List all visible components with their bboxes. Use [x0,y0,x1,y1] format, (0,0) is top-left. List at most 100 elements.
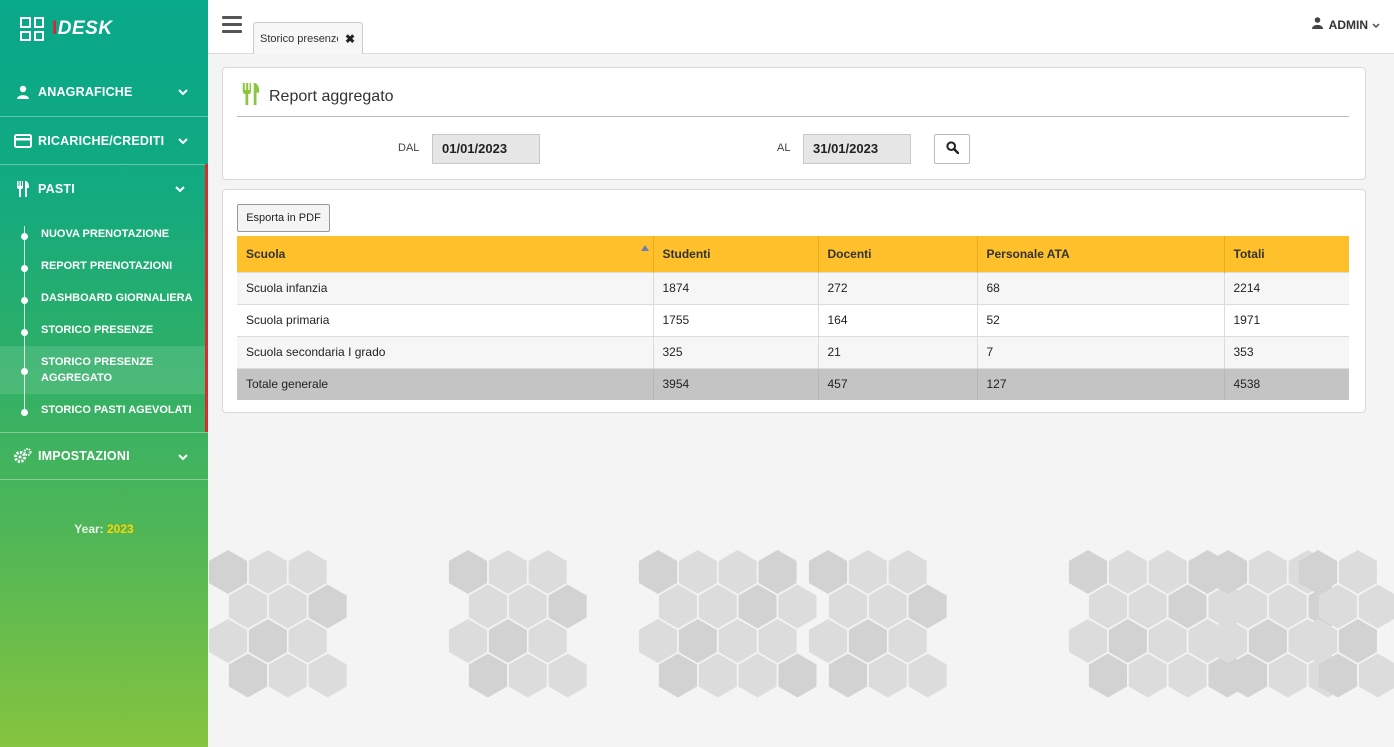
report-table: Scuola Studenti Docenti Personale ATA To… [237,236,1349,400]
hexagon-shape [1338,619,1377,663]
chevron-down-icon [1372,18,1380,32]
hexagon-shape [488,550,527,594]
hexagon-shape [888,619,927,663]
to-date-label: AL [777,142,791,154]
table-row: Scuola secondaria I grado 325 21 7 353 [237,335,1349,368]
sidebar-subitem-storico-presenze-aggregato[interactable]: STORICO PRESENZE AGGREGATO [0,346,205,394]
cell-scuola: Scuola primaria [237,303,653,336]
hexagon-shape [778,584,817,629]
export-pdf-button[interactable]: Esporta in PDF [237,204,330,232]
hexagon-shape [548,584,587,629]
credit-card-icon [14,132,32,150]
hexagon-shape [1338,550,1377,594]
hexagon-shape [308,584,347,629]
table-total-row: Totale generale 3954 457 127 4538 [237,367,1349,400]
chevron-down-icon [178,134,188,148]
hexagon-shape [1088,653,1127,698]
sidebar-item-label: ANAGRAFICHE [38,85,133,99]
tab-storico-presenze-aggregato[interactable]: Storico presenze aggregato ✖ [253,22,363,54]
sidebar-group-pasti: PASTI NUOVA PRENOTAZIONE REPORT PRENOTAZ… [0,164,208,432]
hexagon-shape [808,550,848,594]
hexagon-shape [1168,653,1207,698]
submenu-pasti: NUOVA PRENOTAZIONE REPORT PRENOTAZIONI D… [0,212,205,432]
column-header-personale-ata[interactable]: Personale ATA [976,236,1224,272]
hexagon-shape [1068,550,1108,594]
hexagon-shape [638,550,678,594]
sidebar-subitem-storico-presenze[interactable]: STORICO PRESENZE [0,314,205,346]
sidebar: IDESK ANAGRAFICHE RICARICHE/CREDITI PAST… [0,0,208,747]
hexagon-shape [448,619,488,663]
cell-docenti: 272 [817,271,977,304]
table-row: Scuola infanzia 1874 272 68 2214 [237,271,1349,304]
sidebar-item-anagrafiche[interactable]: ANAGRAFICHE [0,68,208,116]
cell-totali: 1971 [1223,303,1349,336]
cell-studenti: 3954 [652,367,818,400]
table-row: Scuola primaria 1755 164 52 1971 [237,303,1349,336]
app-logo[interactable]: IDESK [0,0,208,58]
hexagon-shape [888,550,927,594]
hexagon-shape [508,584,547,629]
user-name: ADMIN [1328,17,1368,32]
hexagon-shape [678,619,717,663]
hexagon-shape [738,653,777,698]
hexagon-shape [658,653,697,698]
hexagon-shape [528,619,567,663]
from-date-input[interactable]: 01/01/2023 [432,134,540,164]
user-menu[interactable]: ADMIN [1311,17,1380,32]
hexagon-shape [828,653,867,698]
logo-text: IDESK [52,18,113,39]
sidebar-item-label: PASTI [38,181,75,196]
hexagon-shape [848,619,887,663]
sidebar-item-label: RICARICHE/CREDITI [38,133,165,148]
hexagon-shape [248,550,287,594]
sidebar-item-impostazioni[interactable]: IMPOSTAZIONI [0,432,208,480]
hexagon-shape [248,619,287,663]
hexagon-shape [288,550,327,594]
hexagon-shape [228,584,267,629]
cell-totali: 4538 [1223,367,1349,400]
hexagon-shape [1108,619,1147,663]
cell-studenti: 1755 [652,303,818,336]
hexagon-shape [848,550,887,594]
top-bar: Storico presenze aggregato ✖ ADMIN [208,0,1394,54]
hexagon-shape [1148,550,1187,594]
hexagon-shape [308,653,347,698]
hexagon-shape [698,584,737,629]
column-header-totali[interactable]: Totali [1223,236,1349,272]
cell-docenti: 164 [817,303,977,336]
sidebar-item-pasti[interactable]: PASTI [0,164,205,212]
panel-title-text: Report aggregato [269,87,394,105]
cutlery-icon [14,180,32,198]
cell-personale-ata: 127 [976,367,1224,400]
chevron-down-icon [178,450,188,464]
main-content: Report aggregato DAL 01/01/2023 AL 31/01… [208,54,1394,747]
hexagon-shape [738,584,777,629]
search-button[interactable] [934,134,970,164]
column-header-docenti[interactable]: Docenti [817,236,977,272]
hamburger-menu-icon[interactable] [222,16,242,34]
sidebar-item-label: IMPOSTAZIONI [38,449,130,463]
hexagon-shape [758,550,797,594]
hexagon-shape [678,550,717,594]
cell-personale-ata: 68 [976,271,1224,304]
sidebar-subitem-dashboard-giornaliera[interactable]: DASHBOARD GIORNALIERA [0,282,205,314]
cell-totali: 353 [1223,335,1349,368]
cell-studenti: 325 [652,335,818,368]
hexagon-shape [488,619,527,663]
hexagon-shape [1248,619,1287,663]
hexagon-shape [868,584,907,629]
sidebar-subitem-nuova-prenotazione[interactable]: NUOVA PRENOTAZIONE [0,218,205,250]
sidebar-subitem-report-prenotazioni[interactable]: REPORT PRENOTAZIONI [0,250,205,282]
cell-personale-ata: 7 [976,335,1224,368]
hexagon-shape [1358,584,1394,629]
hexagon-shape [1148,619,1187,663]
close-icon[interactable]: ✖ [345,32,355,46]
chevron-down-icon [175,182,185,196]
hexagon-shape [448,550,488,594]
column-header-studenti[interactable]: Studenti [652,236,818,272]
column-header-scuola[interactable]: Scuola [237,236,653,272]
sidebar-subitem-storico-pasti-agevolati[interactable]: STORICO PASTI AGEVOLATI [0,394,205,426]
cell-totali: 2214 [1223,271,1349,304]
sidebar-item-ricariche[interactable]: RICARICHE/CREDITI [0,116,208,164]
to-date-input[interactable]: 31/01/2023 [803,134,911,164]
